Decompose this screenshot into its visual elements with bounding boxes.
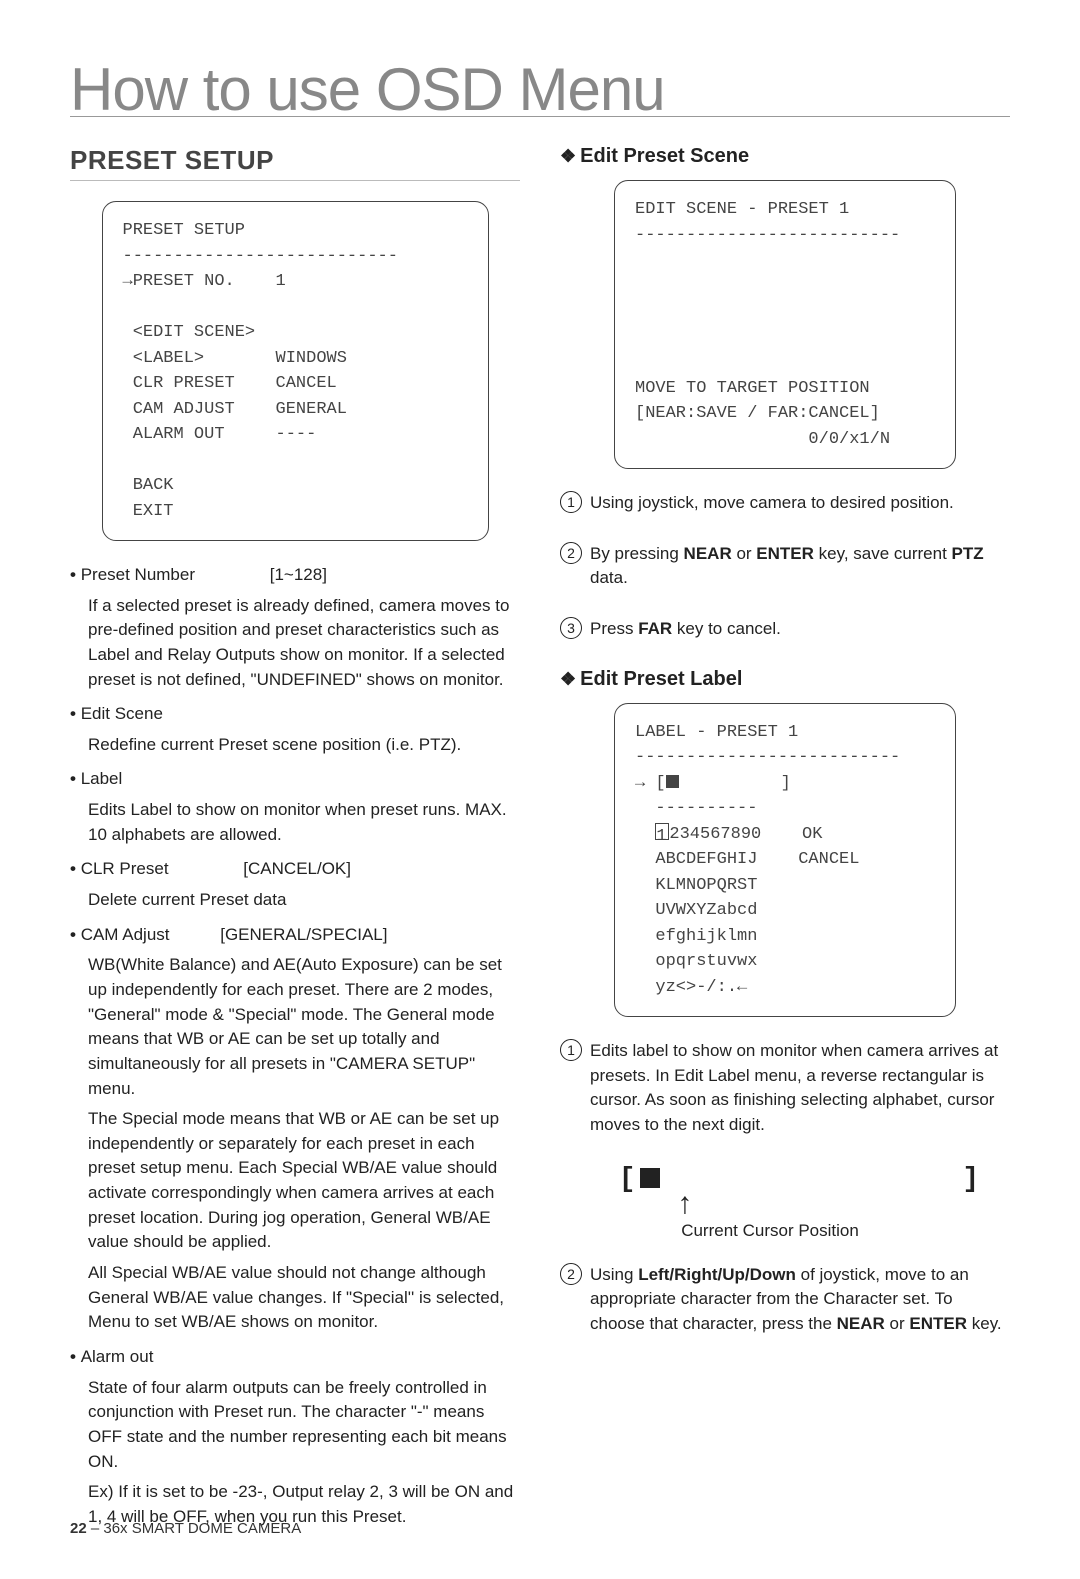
step-number-icon: 2 (560, 542, 582, 564)
bullet-value: [1~128] (270, 563, 327, 588)
preset-setup-bullets: Preset Number [1~128] If a selected pres… (70, 563, 520, 1529)
screen-edit-scene: EDIT SCENE - PRESET 1 ------------------… (614, 180, 956, 469)
cursor-caption: Current Cursor Position (681, 1221, 859, 1241)
step-number-icon: 1 (560, 491, 582, 513)
cursor-block-icon (666, 775, 679, 788)
bullet-label-item: Label Edits Label to show on monitor whe… (70, 767, 520, 847)
page-title: How to use OSD Menu (70, 60, 1010, 120)
bullet-label: Preset Number (81, 565, 195, 584)
step-number-icon: 1 (560, 1039, 582, 1061)
step-text: By pressing (590, 544, 684, 563)
key-near: NEAR (837, 1314, 885, 1333)
key-joystick-directions: Left/Right/Up/Down (638, 1265, 796, 1284)
cursor-bracket-row: [ ] (619, 1164, 981, 1195)
step-text: data. (590, 568, 628, 587)
bullet-desc: WB(White Balance) and AE(Auto Exposure) … (88, 953, 520, 1101)
right-column: ❖Edit Preset Scene EDIT SCENE - PRESET 1… (560, 145, 1010, 1539)
page-title-wrap: How to use OSD Menu (70, 60, 1010, 117)
step-1: 1 Using joystick, move camera to desired… (560, 491, 1010, 516)
step-text: Using joystick, move camera to desired p… (590, 493, 954, 512)
subheading-edit-preset-label: ❖Edit Preset Label (560, 668, 1010, 691)
step-3: 3 Press FAR key to cancel. (560, 617, 1010, 642)
bullet-alarm-out: Alarm out State of four alarm outputs ca… (70, 1345, 520, 1529)
edit-label-steps-cont: 2 Using Left/Right/Up/Down of joystick, … (560, 1263, 1010, 1337)
step-2: 2 Using Left/Right/Up/Down of joystick, … (560, 1263, 1010, 1337)
step-text: or (732, 544, 757, 563)
key-ptz: PTZ (952, 544, 984, 563)
bullet-desc: If a selected preset is already defined,… (88, 594, 520, 693)
selection-box-icon: 1 (655, 823, 669, 840)
bullet-label: CLR Preset (81, 859, 169, 878)
bullet-clr-preset: CLR Preset [CANCEL/OK] Delete current Pr… (70, 857, 520, 912)
arrow-up-icon: ↑ (676, 1191, 694, 1221)
bullet-label: Label (81, 769, 123, 788)
screen-preset-setup: PRESET SETUP ---------------------------… (102, 201, 489, 541)
bullet-label: Alarm out (81, 1347, 154, 1366)
section-heading-preset-setup: PRESET SETUP (70, 145, 520, 181)
cursor-block-icon (640, 1168, 660, 1188)
step-1: 1 Edits label to show on monitor when ca… (560, 1039, 1010, 1138)
edit-label-steps: 1 Edits label to show on monitor when ca… (560, 1039, 1010, 1138)
edit-scene-steps: 1 Using joystick, move camera to desired… (560, 491, 1010, 642)
bullet-desc: State of four alarm outputs can be freel… (88, 1376, 520, 1475)
diamond-icon: ❖ (560, 669, 576, 689)
step-text: Edits label to show on monitor when came… (590, 1041, 998, 1134)
subheading-text: Edit Preset Label (580, 668, 742, 690)
cursor-position-figure: [ ] ↑ Current Cursor Position (590, 1164, 1010, 1241)
bullet-desc: All Special WB/AE value should not chang… (88, 1261, 520, 1335)
step-number-icon: 2 (560, 1263, 582, 1285)
bullet-cam-adjust: CAM Adjust [GENERAL/SPECIAL] WB(White Ba… (70, 923, 520, 1335)
footer-sep: – (87, 1520, 104, 1537)
diamond-icon: ❖ (560, 146, 576, 166)
bullet-edit-scene: Edit Scene Redefine current Preset scene… (70, 702, 520, 757)
bullet-value: [GENERAL/SPECIAL] (220, 923, 387, 948)
screen-text: 234567890 OK ABCDEFGHIJ CANCEL KLMNOPQRS… (635, 825, 859, 997)
key-far: FAR (638, 619, 672, 638)
bullet-value: [CANCEL/OK] (243, 857, 351, 882)
left-column: PRESET SETUP PRESET SETUP --------------… (70, 145, 520, 1539)
step-text: Press (590, 619, 638, 638)
subheading-text: Edit Preset Scene (580, 145, 749, 167)
page-number: 22 (70, 1520, 87, 1537)
step-text: Using (590, 1265, 638, 1284)
step-text: or (885, 1314, 910, 1333)
key-enter: ENTER (756, 544, 814, 563)
bullet-preset-number: Preset Number [1~128] If a selected pres… (70, 563, 520, 692)
bullet-desc: The Special mode means that WB or AE can… (88, 1107, 520, 1255)
page-footer: 22 – 36x SMART DOME CAMERA (70, 1520, 301, 1537)
bullet-label: Edit Scene (81, 704, 163, 723)
step-number-icon: 3 (560, 617, 582, 639)
step-text: key to cancel. (672, 619, 781, 638)
key-near: NEAR (684, 544, 732, 563)
footer-title: 36x SMART DOME CAMERA (103, 1520, 301, 1537)
step-text: key. (967, 1314, 1002, 1333)
step-text: key, save current (814, 544, 952, 563)
screen-edit-label: LABEL - PRESET 1 -----------------------… (614, 703, 956, 1018)
subheading-edit-preset-scene: ❖Edit Preset Scene (560, 145, 1010, 168)
bullet-desc: Delete current Preset data (88, 888, 520, 913)
bullet-desc: Redefine current Preset scene position (… (88, 733, 520, 758)
key-enter: ENTER (909, 1314, 967, 1333)
step-2: 2 By pressing NEAR or ENTER key, save cu… (560, 542, 1010, 591)
bullet-label: CAM Adjust (81, 925, 170, 944)
bullet-desc: Edits Label to show on monitor when pres… (88, 798, 520, 847)
